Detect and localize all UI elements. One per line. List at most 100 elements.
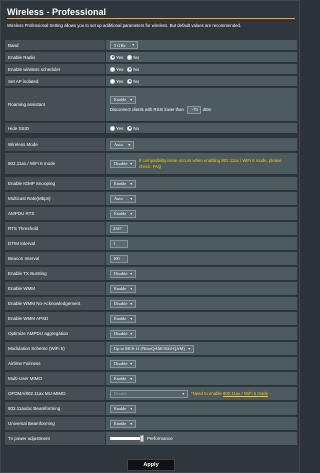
dtim-input[interactable]: 1 — [110, 239, 128, 248]
title-divider — [7, 18, 295, 19]
chevron-down-icon: ▼ — [129, 196, 133, 201]
ap-isolated-yes[interactable] — [110, 78, 115, 84]
bf-ax-select[interactable]: Enable ▼ — [110, 404, 136, 413]
wireless-mode-label: Wireless Mode — [5, 138, 105, 152]
dtim-label: DTIM Interval — [5, 237, 105, 251]
apply-button[interactable]: Apply — [127, 459, 175, 471]
chevron-down-icon: ▼ — [129, 301, 133, 306]
wireless-scheduler-label: Enable wireless scheduler — [5, 64, 105, 75]
wmm-noack-select[interactable]: Disable ▼ — [110, 299, 136, 308]
chevron-down-icon: ▼ — [187, 346, 191, 351]
row-igmp: Enable IGMP Snooping Enable ▼ — [5, 177, 297, 191]
tx-power-label: Tx power adjustment — [5, 432, 105, 446]
tx-power-slider-handle[interactable] — [140, 435, 144, 442]
row-wmm: Enable WMM Enable ▼ — [5, 282, 297, 296]
scheduler-yes[interactable] — [110, 66, 115, 72]
row-multicast: Multicast Rate(Mbps) Auto ▼ — [5, 192, 297, 206]
wireless-mode-select[interactable]: Auto ▼ — [110, 140, 134, 149]
rts-threshold-label: RTS Threshold — [5, 222, 105, 236]
row-wmm-apsd: Enable WMM APSD Enable ▼ — [5, 312, 297, 326]
row-airtime: Airtime Fairness Disable ▼ — [5, 357, 297, 371]
row-mu-mimo: Multi-User MIMO Enable ▼ — [5, 372, 297, 386]
airtime-label: Airtime Fairness — [5, 357, 105, 371]
row-wireless-mode: Wireless Mode Auto ▼ — [5, 138, 297, 152]
ampdu-rts-select[interactable]: Enable ▼ — [110, 209, 136, 218]
ap-isolated-label: Set AP isolated — [5, 76, 105, 87]
wifi6-warning[interactable]: If compatibility issue occurs when enabl… — [139, 158, 289, 169]
wifi6-label: 802.11ax / WiFi 6 mode — [5, 153, 105, 175]
airtime-select[interactable]: Disable ▼ — [110, 359, 136, 368]
tx-bursting-label: Enable TX Bursting — [5, 267, 105, 281]
rts-threshold-input[interactable]: 2347 — [110, 224, 128, 233]
modulation-select[interactable]: Up to MCS 11 (NitroQAM/1024-QAM) ▼ — [110, 344, 194, 353]
chevron-down-icon: ▼ — [129, 161, 133, 166]
wifi6-select[interactable]: Disable ▼ — [110, 159, 136, 168]
roaming-select[interactable]: Enable ▼ — [110, 95, 136, 104]
rssi-text: Disconnect clients with RSSI lower than — [110, 107, 184, 112]
beacon-input[interactable]: 100 — [110, 254, 128, 263]
hide-ssid-yes[interactable] — [110, 125, 115, 131]
chevron-down-icon: ▼ — [129, 286, 133, 291]
enable-radio-yes[interactable] — [110, 54, 115, 60]
bf-universal-select[interactable]: Enable ▼ — [110, 419, 136, 428]
row-roaming-assistant: Roaming assistant Enable ▼ Disconnect cli… — [5, 88, 297, 122]
ofdma-label: OFDMA/802.11ax MU-MIMO — [5, 387, 105, 401]
wmm-select[interactable]: Enable ▼ — [110, 284, 136, 293]
wifi6-mode-link[interactable]: 802.11ax / WiFi 6 mode — [223, 391, 268, 396]
hide-ssid-label: Hide SSID — [5, 123, 105, 134]
rssi-input[interactable]: -70 — [186, 105, 201, 114]
row-dtim: DTIM Interval 1 — [5, 237, 297, 251]
tx-bursting-select[interactable]: Disable ▼ — [110, 269, 136, 278]
bf-ax-label: 802.11ax/ac Beamforming — [5, 402, 105, 416]
beacon-label: Beacon Interval — [5, 252, 105, 266]
wmm-apsd-label: Enable WMM APSD — [5, 312, 105, 326]
wmm-apsd-select[interactable]: Enable ▼ — [110, 314, 136, 323]
row-wifi6-mode: 802.11ax / WiFi 6 mode Disable ▼ If compa… — [5, 153, 297, 175]
igmp-label: Enable IGMP Snooping — [5, 177, 105, 191]
page-description: Wireless Professional Setting allows you… — [7, 23, 242, 28]
chevron-down-icon: ▼ — [129, 406, 133, 411]
tx-power-slider-fill — [110, 437, 144, 440]
row-tx-power: Tx power adjustment Performance — [5, 432, 297, 446]
chevron-down-icon: ▼ — [127, 142, 131, 147]
row-band: Band 5 GHz ▼ — [5, 40, 297, 51]
ampdu-agg-select[interactable]: Disable ▼ — [110, 329, 136, 338]
row-hide-ssid: Hide SSID Yes No — [5, 123, 297, 134]
enable-radio-label: Enable Radio — [5, 52, 105, 63]
chevron-down-icon: ▼ — [129, 271, 133, 276]
chevron-down-icon: ▼ — [129, 421, 133, 426]
hide-ssid-no[interactable] — [127, 125, 133, 131]
chevron-down-icon: ▼ — [131, 43, 135, 47]
row-beacon: Beacon Interval 100 — [5, 252, 297, 266]
multicast-label: Multicast Rate(Mbps) — [5, 192, 105, 206]
enable-radio-no[interactable] — [127, 54, 133, 60]
wmm-label: Enable WMM — [5, 282, 105, 296]
mu-mimo-select[interactable]: Enable ▼ — [110, 374, 136, 383]
chevron-down-icon: ▼ — [129, 316, 133, 321]
row-ampdu-rts: AMPDU RTS Enable ▼ — [5, 207, 297, 221]
chevron-down-icon: ▼ — [129, 97, 133, 102]
page-title: Wireless - Professional — [7, 7, 106, 17]
ofdma-note: *Need to enable 802.11ax / WiFi 6 mode — [191, 390, 269, 396]
tx-power-slider[interactable] — [110, 435, 144, 442]
row-modulation: Modulation Scheme (WiFi 5) Up to MCS 11 … — [5, 342, 297, 356]
band-select[interactable]: 5 GHz ▼ — [110, 41, 138, 49]
wmm-noack-label: Enable WMM No-Acknowledgement — [5, 297, 105, 311]
ap-isolated-no[interactable] — [127, 78, 133, 84]
bf-universal-label: Universal Beamforming — [5, 417, 105, 431]
row-rts-threshold: RTS Threshold 2347 — [5, 222, 297, 236]
row-beamforming-ax: 802.11ax/ac Beamforming Enable ▼ — [5, 402, 297, 416]
multicast-select[interactable]: Auto ▼ — [110, 194, 136, 203]
row-wmm-noack: Enable WMM No-Acknowledgement Disable ▼ — [5, 297, 297, 311]
row-tx-bursting: Enable TX Bursting Disable ▼ — [5, 267, 297, 281]
chevron-down-icon: ▼ — [129, 331, 133, 336]
roaming-label: Roaming assistant — [5, 88, 105, 122]
row-beamforming-universal: Universal Beamforming Enable ▼ — [5, 417, 297, 431]
ofdma-select[interactable]: Disable ▼ — [110, 389, 188, 398]
ampdu-agg-label: Optimize AMPDU aggregation — [5, 327, 105, 341]
rssi-unit: dBm — [202, 107, 212, 112]
scheduler-no[interactable] — [127, 66, 133, 72]
igmp-select[interactable]: Enable ▼ — [110, 179, 136, 188]
row-ampdu-aggregation: Optimize AMPDU aggregation Disable ▼ — [5, 327, 297, 341]
row-ap-isolated: Set AP isolated Yes No — [5, 76, 297, 87]
